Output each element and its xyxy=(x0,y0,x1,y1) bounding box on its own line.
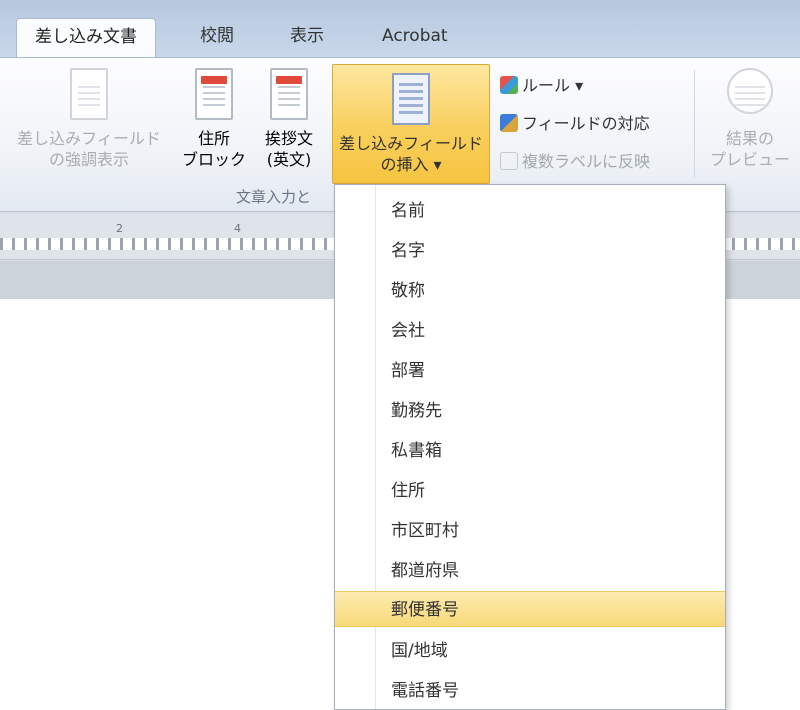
match-fields-label: フィールドの対応 xyxy=(522,114,650,133)
field-prefecture[interactable]: 都道府県 xyxy=(335,553,725,589)
ribbon-tab-bar: 差し込み文書 校閲 表示 Acrobat xyxy=(0,0,800,58)
field-last-name[interactable]: 名字 xyxy=(335,233,725,269)
ribbon-separator xyxy=(694,70,695,178)
rules-label: ルール ▾ xyxy=(522,76,584,95)
highlight-merge-fields-button[interactable]: 差し込みフィールド の強調表示 xyxy=(14,68,164,170)
update-labels-button[interactable]: 複数ラベルに反映 xyxy=(500,148,650,176)
tab-mailings[interactable]: 差し込み文書 xyxy=(16,18,156,58)
field-company[interactable]: 会社 xyxy=(335,313,725,349)
preview-results-label-1: 結果の xyxy=(725,129,774,148)
field-address[interactable]: 住所 xyxy=(335,473,725,509)
field-first-name[interactable]: 名前 xyxy=(335,193,725,229)
field-phone-number[interactable]: 電話番号 xyxy=(335,673,725,709)
magnifier-icon xyxy=(727,68,773,114)
field-po-box[interactable]: 私書箱 xyxy=(335,433,725,469)
address-block-label-2: ブロック xyxy=(182,150,247,169)
match-fields-button[interactable]: フィールドの対応 xyxy=(500,110,650,138)
ruler-tick: 4 xyxy=(234,222,241,235)
insert-merge-field-label-1: 差し込みフィールド xyxy=(339,134,483,153)
preview-results-label-2: プレビュー xyxy=(709,150,790,169)
tab-review[interactable]: 校閲 xyxy=(182,18,252,58)
address-block-button[interactable]: 住所 ブロック xyxy=(182,68,246,170)
greeting-line-label-2: (英文) xyxy=(266,150,312,169)
ruler-tick: 2 xyxy=(116,222,123,235)
update-labels-label: 複数ラベルに反映 xyxy=(522,152,651,171)
tab-view[interactable]: 表示 xyxy=(272,18,342,58)
address-block-label-1: 住所 xyxy=(197,129,230,148)
field-city[interactable]: 市区町村 xyxy=(335,513,725,549)
greeting-line-label-1: 挨拶文 xyxy=(264,129,313,148)
greeting-document-icon xyxy=(270,68,308,120)
insert-merge-field-button[interactable]: 差し込みフィールド の挿入 ▾ xyxy=(332,64,490,184)
merge-field-dropdown: 名前 名字 敬称 会社 部署 勤務先 私書箱 住所 市区町村 都道府県 郵便番号… xyxy=(334,184,726,710)
match-fields-icon xyxy=(500,114,518,132)
highlight-merge-fields-label-1: 差し込みフィールド xyxy=(17,129,161,148)
field-country-region[interactable]: 国/地域 xyxy=(335,633,725,669)
ribbon-group-label: 文章入力と xyxy=(236,188,312,206)
insert-merge-field-label-2: の挿入 ▾ xyxy=(380,155,442,174)
merge-field-document-icon xyxy=(392,73,430,125)
highlight-merge-fields-label-2: の強調表示 xyxy=(48,150,129,169)
rules-icon xyxy=(500,76,518,94)
rules-button[interactable]: ルール ▾ xyxy=(500,72,583,100)
document-icon xyxy=(70,68,108,120)
field-postal-code[interactable]: 郵便番号 xyxy=(335,591,725,627)
field-title[interactable]: 敬称 xyxy=(335,273,725,309)
preview-results-button[interactable]: 結果の プレビュー xyxy=(702,68,798,170)
tab-acrobat[interactable]: Acrobat xyxy=(364,18,466,58)
update-labels-icon xyxy=(500,152,518,170)
field-workplace[interactable]: 勤務先 xyxy=(335,393,725,429)
field-department[interactable]: 部署 xyxy=(335,353,725,389)
greeting-line-button[interactable]: 挨拶文 (英文) xyxy=(254,68,324,170)
address-document-icon xyxy=(195,68,233,120)
